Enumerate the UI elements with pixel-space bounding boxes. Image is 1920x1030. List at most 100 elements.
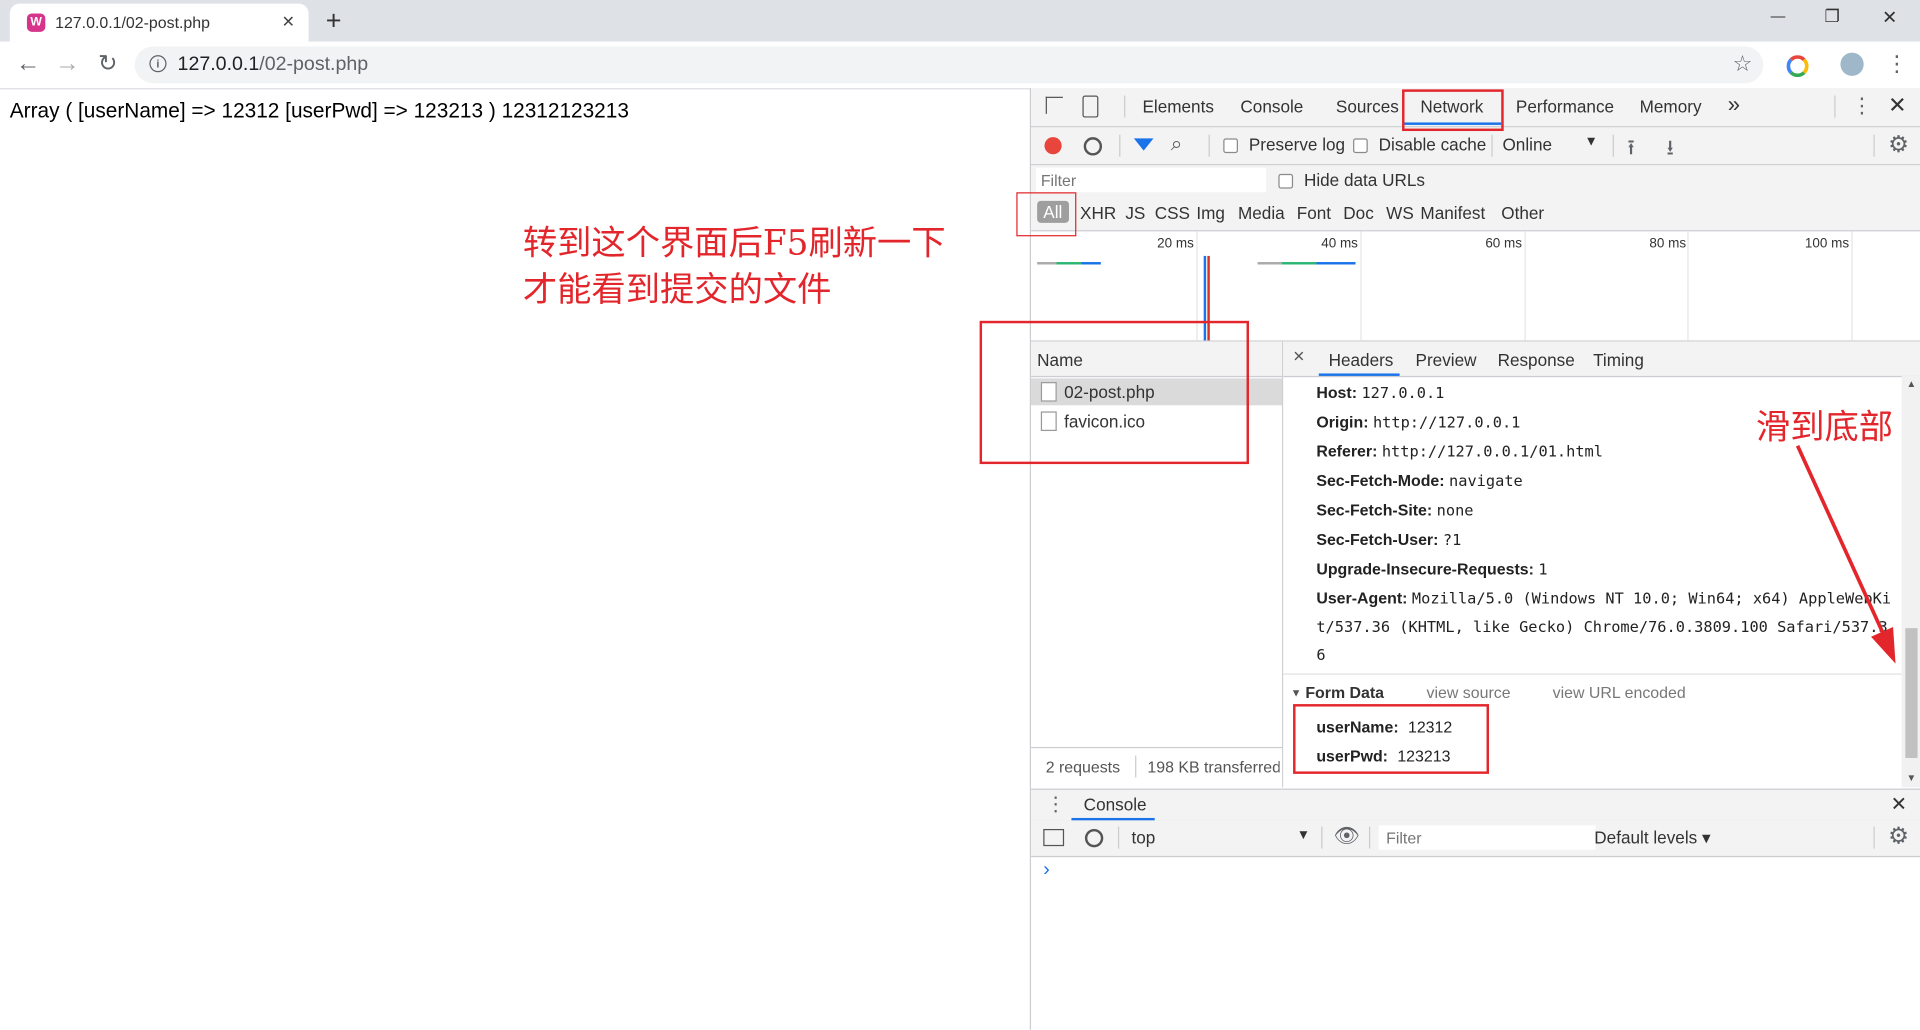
devtools-close-icon[interactable]: ✕ <box>1888 93 1906 119</box>
console-settings-gear-icon[interactable]: ⚙ <box>1888 823 1909 851</box>
tab-strip: W 127.0.0.1/02-post.php ✕ + — ❐ ✕ <box>0 0 1920 42</box>
tab-timing[interactable]: Timing <box>1593 350 1644 370</box>
header-key: Sec-Fetch-Mode: <box>1316 471 1445 490</box>
extension-ring-icon[interactable] <box>1786 55 1809 78</box>
header-key: Origin: <box>1316 412 1369 432</box>
network-status-bar: 2 requests 198 KB transferred <box>1031 746 1283 789</box>
context-value: top <box>1131 827 1156 848</box>
details-close-icon[interactable]: × <box>1293 347 1304 369</box>
type-filter-ws[interactable]: WS <box>1386 203 1414 223</box>
profile-avatar[interactable] <box>1840 52 1864 76</box>
address-bar[interactable]: i 127.0.0.1/02-post.php ☆ <box>134 46 1764 84</box>
tab-response[interactable]: Response <box>1498 350 1575 370</box>
type-filter-media[interactable]: Media <box>1238 203 1285 223</box>
default-levels-select[interactable]: Default levels ▾ <box>1594 828 1710 849</box>
annotation-box-network-tab <box>1402 89 1504 132</box>
header-origin: Origin: http://127.0.0.1 <box>1316 413 1520 431</box>
site-info-icon[interactable]: i <box>149 55 167 73</box>
annotation-refresh-note: 转到这个界面后F5刷新一下 才能看到提交的文件 <box>523 220 946 313</box>
preserve-log-checkbox[interactable]: Preserve log <box>1223 134 1346 155</box>
bookmark-star-icon[interactable]: ☆ <box>1733 51 1753 77</box>
transferred-size: 198 KB transferred <box>1147 757 1280 777</box>
timeline-tick-100: 100 ms <box>1804 236 1850 252</box>
annotation-arrow <box>1795 444 1896 664</box>
header-upgrade-insecure: Upgrade-Insecure-Requests: 1 <box>1316 560 1547 578</box>
record-icon[interactable] <box>1044 137 1062 155</box>
tab-sources[interactable]: Sources <box>1336 97 1399 117</box>
annotation-box-request-list <box>979 320 1249 465</box>
header-key: Sec-Fetch-User: <box>1316 530 1439 549</box>
header-value: 1 <box>1538 559 1548 578</box>
disable-cache-checkbox[interactable]: Disable cache <box>1353 135 1486 154</box>
reload-icon[interactable]: ↻ <box>94 50 121 77</box>
console-prompt[interactable]: › <box>1043 860 1050 882</box>
scroll-up-arrow-icon[interactable]: ▲ <box>1907 378 1917 389</box>
tab-performance[interactable]: Performance <box>1516 97 1614 117</box>
export-har-icon[interactable]: ⭳ <box>1667 132 1674 168</box>
view-source-link[interactable]: view source <box>1427 683 1511 701</box>
search-icon[interactable]: ⌕ <box>1171 132 1183 156</box>
drawer-menu-icon[interactable]: ⋮ <box>1046 792 1066 816</box>
hide-data-urls-label: Hide data URLs <box>1303 170 1425 190</box>
request-count: 2 requests <box>1045 757 1121 777</box>
devtools-panel: Elements Console Sources Network Perform… <box>1029 88 1920 1030</box>
page-output: Array ( [userName] => 12312 [userPwd] =>… <box>9 99 629 123</box>
network-filter-input[interactable] <box>1035 167 1267 193</box>
view-url-encoded-link[interactable]: view URL encoded <box>1553 683 1686 701</box>
forward-arrow-icon[interactable]: → <box>54 50 81 77</box>
maximize-button[interactable]: ❐ <box>1825 6 1840 27</box>
type-filter-other[interactable]: Other <box>1501 203 1544 223</box>
tab-console[interactable]: Console <box>1240 97 1303 117</box>
type-filter-img[interactable]: Img <box>1196 203 1225 223</box>
network-settings-gear-icon[interactable]: ⚙ <box>1888 131 1909 159</box>
tab-headers-underline <box>1318 373 1400 376</box>
eye-icon[interactable]: 👁 <box>1333 824 1359 848</box>
minimize-button[interactable]: — <box>1771 7 1786 24</box>
drawer-close-icon[interactable]: ✕ <box>1891 792 1907 816</box>
more-tabs-icon[interactable]: » <box>1728 92 1740 118</box>
import-har-icon[interactable]: ⭱ <box>1627 132 1634 168</box>
tab-preview[interactable]: Preview <box>1416 350 1477 370</box>
triangle-down-icon: ▼ <box>1290 686 1302 700</box>
console-clear-icon[interactable] <box>1084 828 1104 848</box>
console-filter-input[interactable] <box>1378 825 1596 850</box>
filter-funnel-icon[interactable] <box>1133 138 1154 151</box>
back-arrow-icon[interactable]: ← <box>15 50 42 77</box>
type-filter-manifest[interactable]: Manifest <box>1420 203 1485 223</box>
type-filter-xhr[interactable]: XHR <box>1080 203 1116 223</box>
hide-data-urls-checkbox[interactable]: Hide data URLs <box>1278 170 1425 190</box>
hide-data-urls-box[interactable] <box>1278 174 1294 189</box>
type-filter-doc[interactable]: Doc <box>1343 203 1373 223</box>
chevron-down-icon: ▼ <box>1296 827 1311 843</box>
preserve-log-box[interactable] <box>1223 138 1238 154</box>
throttle-select[interactable]: Online ▼ <box>1502 135 1612 155</box>
timeline-tick-40: 40 ms <box>1321 236 1358 252</box>
header-referer: Referer: http://127.0.0.1/01.html <box>1316 442 1603 460</box>
header-sec-fetch-user: Sec-Fetch-User: ?1 <box>1316 530 1461 548</box>
type-filter-css[interactable]: CSS <box>1155 203 1190 223</box>
browser-menu-icon[interactable]: ⋮ <box>1886 51 1908 77</box>
devtools-menu-icon[interactable]: ⋮ <box>1851 94 1872 118</box>
inspect-element-icon[interactable] <box>1045 96 1063 114</box>
device-toolbar-icon[interactable] <box>1082 95 1099 118</box>
type-filter-js[interactable]: JS <box>1125 203 1145 223</box>
context-select[interactable]: top ▼ <box>1131 827 1311 848</box>
preserve-log-label: Preserve log <box>1248 134 1346 155</box>
type-filter-font[interactable]: Font <box>1297 203 1331 223</box>
tab-memory[interactable]: Memory <box>1640 97 1702 117</box>
disable-cache-box[interactable] <box>1353 138 1368 154</box>
console-drawer-tab[interactable]: Console <box>1084 795 1147 815</box>
tab-headers[interactable]: Headers <box>1329 350 1394 370</box>
header-key: Sec-Fetch-Site: <box>1316 500 1433 520</box>
console-sidebar-icon[interactable] <box>1043 828 1065 847</box>
close-window-button[interactable]: ✕ <box>1882 6 1897 28</box>
throttle-value: Online <box>1502 134 1553 155</box>
tab-close-icon[interactable]: ✕ <box>282 12 295 32</box>
new-tab-button[interactable]: + <box>326 5 342 37</box>
tab-elements[interactable]: Elements <box>1142 97 1213 117</box>
browser-tab[interactable]: W 127.0.0.1/02-post.php ✕ <box>9 3 309 42</box>
clear-icon[interactable] <box>1083 137 1103 156</box>
user-agent-continued-2: 6 <box>1316 645 1326 664</box>
scroll-down-arrow-icon[interactable]: ▼ <box>1907 773 1917 784</box>
timeline-tick-20: 20 ms <box>1157 236 1194 252</box>
